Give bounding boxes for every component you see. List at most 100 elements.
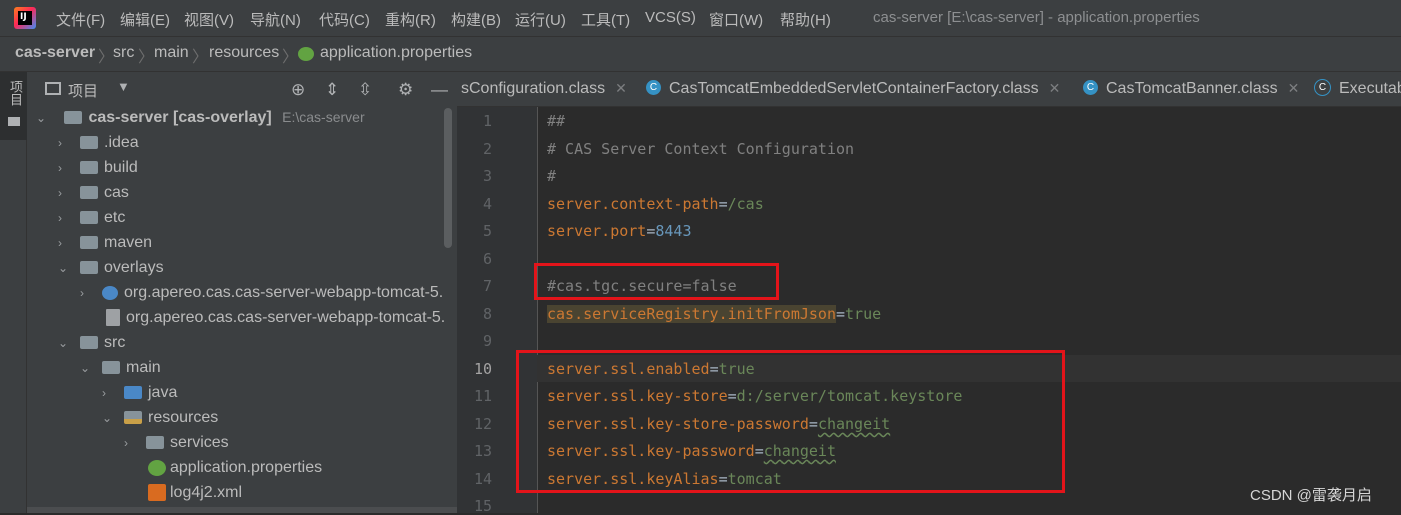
tree-item-label: application.properties: [170, 459, 323, 476]
tree-item-label: .idea: [104, 134, 139, 151]
tree-item-label: etc: [104, 209, 126, 226]
tree-item-label: org.apereo.cas.cas-server-webapp-tomcat-…: [126, 309, 446, 326]
breadcrumb-separator-icon: 〉: [98, 49, 115, 66]
menu-view[interactable]: 视图(V): [184, 9, 234, 30]
expand-all-icon[interactable]: ⇕: [325, 80, 339, 100]
close-icon[interactable]: ✕: [1288, 80, 1300, 96]
tree-item-maven[interactable]: › maven: [58, 234, 152, 259]
project-view-icon: [45, 82, 61, 95]
breadcrumb-main[interactable]: main: [154, 44, 189, 62]
line-number: 6: [482, 250, 492, 268]
menu-navigate[interactable]: 导航(N): [250, 9, 301, 30]
tree-item-overlay-war[interactable]: › org.apereo.cas.cas-server-webapp-tomcat…: [80, 284, 443, 309]
annotation-box-ssl-config: [516, 350, 1065, 493]
chevron-right-icon: ›: [80, 285, 84, 300]
breadcrumb-src[interactable]: src: [113, 44, 134, 62]
code-line[interactable]: server.port=8443: [547, 222, 692, 240]
tree-item-label: resources: [148, 409, 219, 426]
class-icon: C: [1314, 79, 1331, 97]
root-module: [cas-overlay]: [172, 109, 272, 126]
tree-item-label: main: [126, 359, 161, 376]
settings-icon[interactable]: ⚙: [398, 80, 413, 100]
property-key-highlighted: cas.serviceRegistry.initFromJson: [547, 305, 836, 323]
property-key: server.context-path: [547, 195, 719, 213]
tree-item-label: java: [148, 384, 178, 401]
tree-item-log4j2[interactable]: log4j2.xml: [148, 484, 242, 509]
line-number: 5: [482, 222, 492, 240]
line-number: 4: [482, 195, 492, 213]
menu-build[interactable]: 构建(B): [451, 9, 501, 30]
tree-root[interactable]: ⌄ cas-server [cas-overlay] E:\cas-server: [36, 109, 365, 134]
tree-item-application-properties[interactable]: application.properties: [148, 459, 322, 484]
breadcrumb-separator-icon: 〉: [138, 49, 155, 66]
dropdown-arrow-icon[interactable]: ▼: [117, 79, 130, 94]
close-icon[interactable]: ✕: [615, 80, 627, 96]
tree-item-label: maven: [104, 234, 153, 251]
tab-label: Executab: [1339, 80, 1401, 97]
line-number: 1: [482, 112, 492, 130]
code-line[interactable]: server.context-path=/cas: [547, 195, 764, 213]
folder-icon: [80, 211, 98, 225]
code-line[interactable]: ##: [547, 112, 565, 130]
project-scrollbar[interactable]: [444, 108, 452, 248]
folder-icon: [80, 186, 98, 200]
code-line[interactable]: #: [547, 167, 556, 185]
close-icon[interactable]: ✕: [1049, 80, 1061, 96]
chevron-right-icon: ›: [58, 235, 62, 250]
breadcrumb-project[interactable]: cas-server: [15, 44, 95, 62]
panel-bottom-edge: [27, 507, 457, 513]
line-number: 15: [473, 497, 492, 515]
menu-window[interactable]: 窗口(W): [709, 9, 763, 30]
chevron-down-icon: ⌄: [80, 360, 91, 375]
menu-edit[interactable]: 编辑(E): [120, 9, 170, 30]
tree-item-etc[interactable]: › etc: [58, 209, 125, 234]
breadcrumb-separator-icon: 〉: [192, 49, 209, 66]
tree-item-idea[interactable]: › .idea: [58, 134, 139, 159]
tree-item-java[interactable]: › java: [102, 384, 177, 409]
menu-refactor[interactable]: 重构(R): [385, 9, 436, 30]
tree-item-overlay-file[interactable]: org.apereo.cas.cas-server-webapp-tomcat-…: [106, 309, 445, 334]
property-value: /cas: [727, 195, 764, 213]
tree-item-label: log4j2.xml: [170, 484, 243, 501]
tree-item-label: build: [104, 159, 138, 176]
menu-help[interactable]: 帮助(H): [780, 9, 831, 30]
breadcrumb-separator-icon: 〉: [282, 49, 299, 66]
collapse-all-icon[interactable]: ⇳: [358, 80, 372, 100]
line-number: 14: [473, 470, 492, 488]
folder-icon: [8, 117, 20, 126]
chevron-down-icon: ⌄: [102, 410, 113, 425]
tree-item-overlays[interactable]: ⌄ overlays: [58, 259, 164, 284]
tree-item-services[interactable]: › services: [124, 434, 229, 459]
tree-item-resources[interactable]: ⌄ resources: [102, 409, 218, 434]
menu-file[interactable]: 文件(F): [56, 9, 105, 30]
breadcrumb-file[interactable]: application.properties: [320, 44, 472, 62]
menu-tools[interactable]: 工具(T): [581, 9, 630, 30]
code-line[interactable]: # CAS Server Context Configuration: [547, 140, 854, 158]
menu-code[interactable]: 代码(C): [319, 9, 370, 30]
breadcrumb-resources[interactable]: resources: [209, 44, 279, 62]
project-panel-title[interactable]: 项目: [68, 80, 98, 101]
locate-icon[interactable]: ⊕: [291, 80, 305, 100]
tree-item-cas[interactable]: › cas: [58, 184, 129, 209]
menu-vcs[interactable]: VCS(S): [645, 9, 696, 26]
hide-icon[interactable]: —: [431, 80, 448, 100]
folder-icon: [146, 436, 164, 450]
folder-icon: [102, 361, 120, 375]
tree-item-build[interactable]: › build: [58, 159, 138, 184]
project-tool-label[interactable]: 项目: [6, 80, 25, 106]
menu-run[interactable]: 运行(U): [515, 9, 566, 30]
chevron-right-icon: ›: [124, 435, 128, 450]
intellij-logo-icon[interactable]: IJ: [14, 7, 36, 29]
tree-item-src[interactable]: ⌄ src: [58, 334, 125, 359]
tree-item-label: org.apereo.cas.cas-server-webapp-tomcat-…: [124, 284, 444, 301]
tree-item-label: cas: [104, 184, 129, 201]
properties-file-icon: [298, 47, 314, 61]
line-number: 7: [482, 277, 492, 295]
equals-sign: =: [718, 195, 728, 213]
tree-item-label: services: [170, 434, 229, 451]
watermark: CSDN @雷袭月启: [1250, 487, 1372, 504]
tab-label: CasTomcatBanner.class: [1106, 80, 1278, 97]
code-line[interactable]: cas.serviceRegistry.initFromJson=true: [547, 305, 881, 323]
xml-file-icon: [148, 484, 166, 502]
tree-item-main[interactable]: ⌄ main: [80, 359, 161, 384]
